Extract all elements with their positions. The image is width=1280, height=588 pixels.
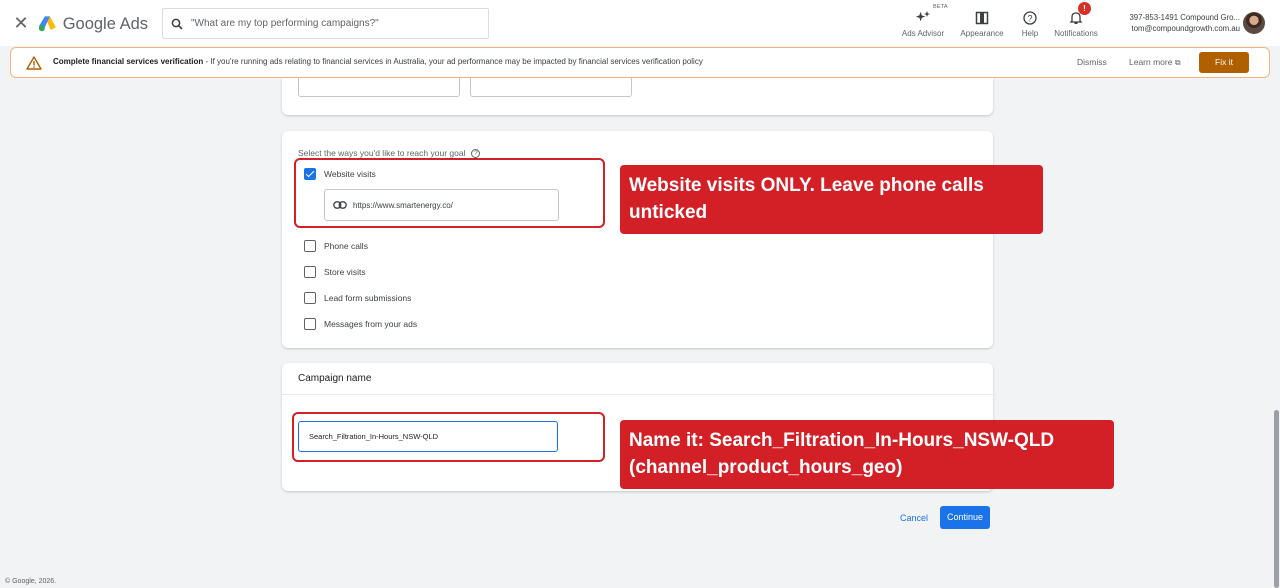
option-store-visits[interactable]: Store visits xyxy=(304,264,366,280)
banner-body: - If you're running ads relating to fina… xyxy=(203,57,703,66)
messages-label: Messages from your ads xyxy=(324,319,418,329)
ads-advisor-button[interactable]: Ads Advisor xyxy=(900,6,946,38)
svg-text:?: ? xyxy=(1027,14,1032,24)
app-name: Google Ads xyxy=(62,14,148,33)
campaign-name-title: Campaign name xyxy=(298,373,372,384)
website-visits-highlight xyxy=(294,158,605,228)
previous-input-2[interactable] xyxy=(470,78,632,97)
learn-more-link[interactable]: Learn more ⧉ xyxy=(1129,57,1181,68)
help-button[interactable]: ? Help xyxy=(1016,6,1044,38)
option-messages[interactable]: Messages from your ads xyxy=(304,316,417,332)
campaign-name-highlight xyxy=(292,412,605,462)
external-link-icon: ⧉ xyxy=(1174,58,1181,67)
banner-message: Complete financial services verification… xyxy=(53,57,703,66)
store-visits-label: Store visits xyxy=(324,267,366,277)
messages-checkbox[interactable] xyxy=(304,318,316,330)
account-email: tom@compoundgrowth.com.au xyxy=(1131,24,1240,33)
help-label: Help xyxy=(1021,29,1039,38)
name-annotation-line1: Name it: Search_Filtration_In-Hours_NSW-… xyxy=(629,430,1055,451)
copyright-text: © Google, 2026. xyxy=(5,578,57,585)
appearance-label: Appearance xyxy=(960,29,1004,38)
name-annotation-line2: (channel_product_hours_geo) xyxy=(629,457,903,478)
option-lead-form[interactable]: Lead form submissions xyxy=(304,290,411,306)
dismiss-button[interactable]: Dismiss xyxy=(1077,57,1107,67)
appearance-button[interactable]: Appearance xyxy=(958,6,1006,38)
notification-badge: ! xyxy=(1078,2,1091,15)
account-id: 397-853-1491 Compound Gro... xyxy=(1129,13,1240,22)
cancel-button[interactable]: Cancel xyxy=(893,509,935,527)
google-ads-logo-icon xyxy=(38,16,56,32)
search-icon xyxy=(171,18,183,30)
verification-banner: Complete financial services verification… xyxy=(10,47,1270,78)
close-icon[interactable]: ✕ xyxy=(12,12,30,34)
campaign-name-header: Campaign name xyxy=(282,363,993,395)
goal-annotation-callout: Website visits ONLY. Leave phone calls u… xyxy=(620,165,1043,234)
top-bar: ✕ Google Ads BETA Ads Advisor Appearance xyxy=(0,0,1280,46)
banner-title: Complete financial services verification xyxy=(53,57,204,66)
notifications-button[interactable]: Notifications xyxy=(1050,6,1102,38)
appearance-icon xyxy=(975,11,989,25)
phone-calls-checkbox[interactable] xyxy=(304,240,316,252)
scrollbar-thumb[interactable] xyxy=(1274,410,1279,588)
lead-form-label: Lead form submissions xyxy=(324,293,412,303)
ads-advisor-label: Ads Advisor xyxy=(901,29,945,38)
google-ads-logo[interactable]: Google Ads xyxy=(38,12,148,36)
account-switcher[interactable]: 397-853-1491 Compound Gro... tom@compoun… xyxy=(1116,12,1240,36)
warning-icon xyxy=(26,56,42,70)
help-icon: ? xyxy=(1023,11,1037,25)
learn-more-label: Learn more xyxy=(1129,57,1173,67)
search-box[interactable] xyxy=(162,8,489,39)
search-input[interactable] xyxy=(191,18,481,29)
goal-title-text: Select the ways you'd like to reach your… xyxy=(298,148,466,158)
sparkle-icon xyxy=(915,11,930,22)
name-annotation-callout: Name it: Search_Filtration_In-Hours_NSW-… xyxy=(620,420,1114,489)
help-circle-icon[interactable]: ? xyxy=(471,149,481,159)
fix-it-button[interactable]: Fix it xyxy=(1199,52,1249,73)
lead-form-checkbox[interactable] xyxy=(304,292,316,304)
avatar[interactable] xyxy=(1243,12,1265,34)
store-visits-checkbox[interactable] xyxy=(304,266,316,278)
option-phone-calls[interactable]: Phone calls xyxy=(304,238,368,254)
continue-button[interactable]: Continue xyxy=(940,506,990,529)
previous-input-1[interactable] xyxy=(298,78,460,97)
previous-section-card xyxy=(282,78,993,115)
goal-section-title: Select the ways you'd like to reach your… xyxy=(298,148,481,159)
phone-calls-label: Phone calls xyxy=(324,241,368,251)
notifications-label: Notifications xyxy=(1054,29,1098,38)
